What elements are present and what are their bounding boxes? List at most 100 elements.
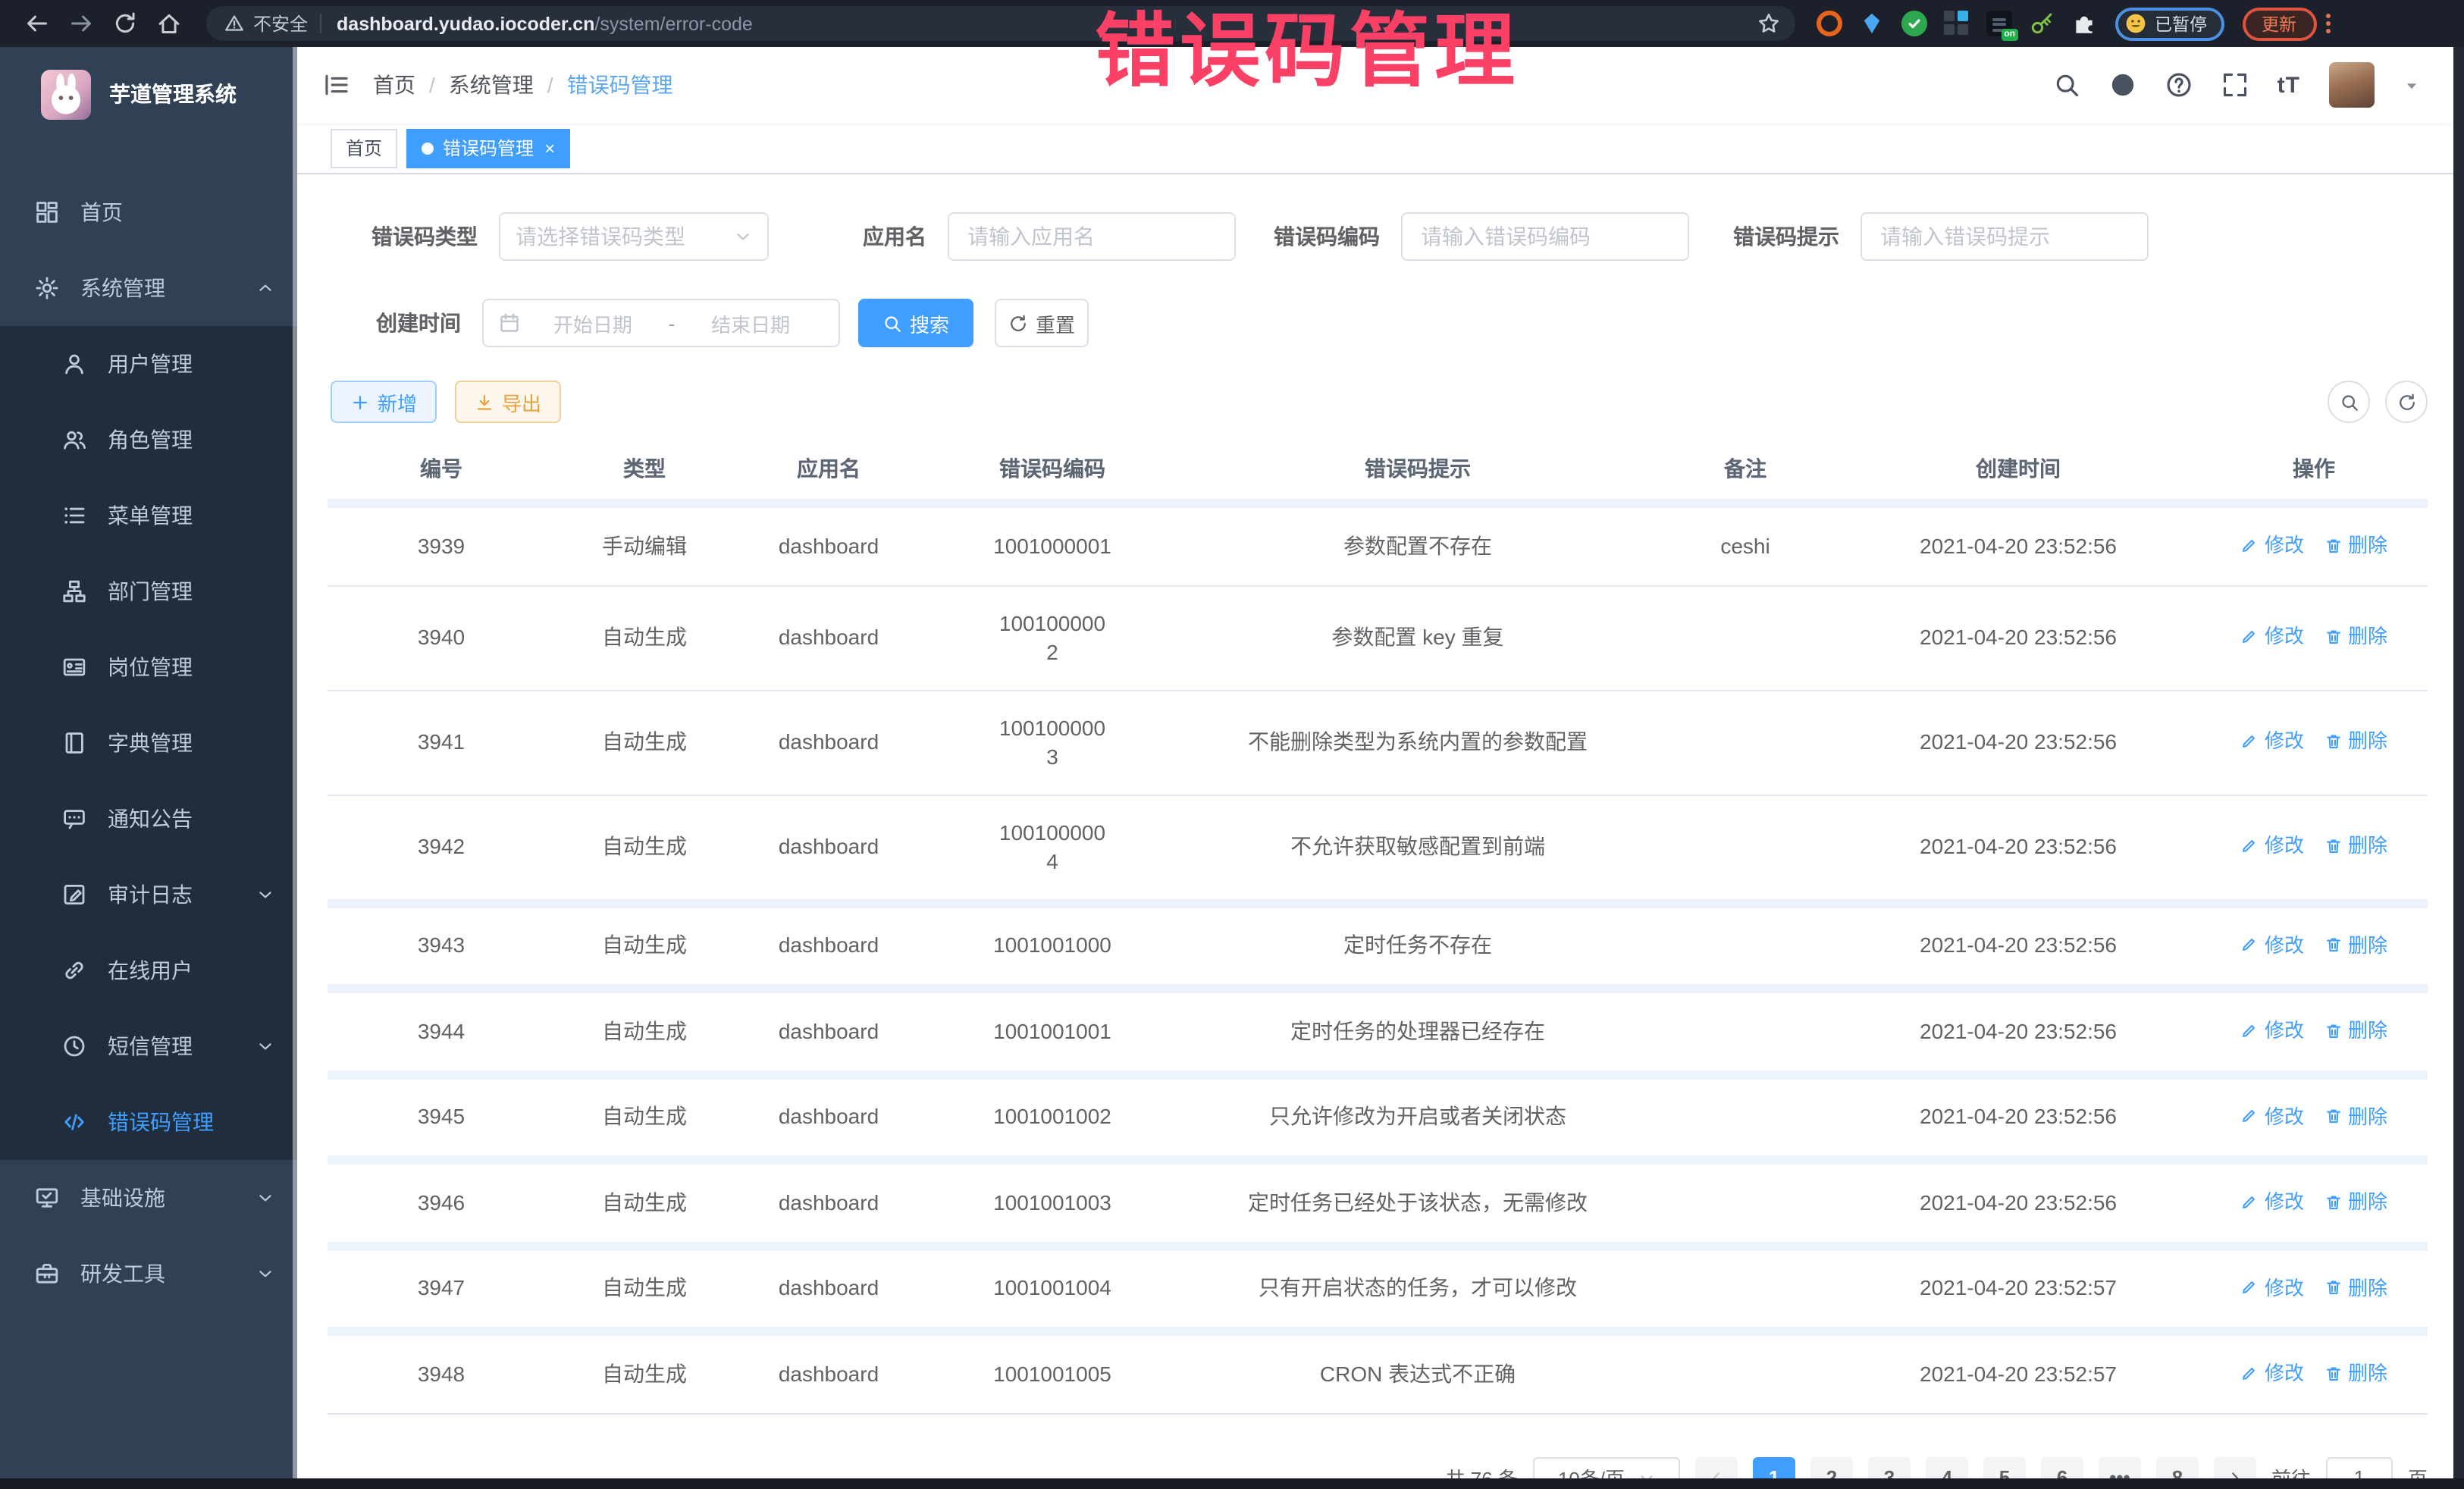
filter-row-2: 创建时间 开始日期 - 结束日期 搜索 重置 [328,299,2428,347]
help-icon[interactable] [2165,71,2193,99]
fullscreen-icon[interactable] [2221,71,2249,99]
chevron-down-icon[interactable] [2403,77,2420,93]
extension-grid-icon[interactable] [1944,11,1970,36]
browser-profile-chip[interactable]: 已暂停 [2115,7,2224,40]
extension-list-icon[interactable]: on [1986,11,2012,36]
filter-input[interactable] [1401,212,1689,261]
table-cell: 3943 [328,898,555,984]
sidebar-menu: 首页系统管理用户管理角色管理菜单管理部门管理岗位管理字典管理通知公告审计日志在线… [0,174,297,1312]
tab-首页[interactable]: 首页 [331,128,397,168]
tab-错误码管理[interactable]: 错误码管理× [406,128,570,168]
search-button[interactable]: 搜索 [858,299,973,347]
browser-update-button[interactable]: 更新 [2242,7,2316,40]
table-cell: 自动生成 [555,1241,734,1327]
delete-link[interactable]: 删除 [2324,1359,2387,1387]
extension-gem-icon[interactable] [1859,11,1885,36]
reload-icon[interactable] [112,11,138,36]
edit-link[interactable]: 修改 [2240,1187,2304,1216]
edit-link[interactable]: 修改 [2240,1102,2304,1130]
bookmark-star-icon[interactable] [1757,12,1780,35]
close-icon[interactable]: × [544,139,555,157]
filter-select[interactable]: 请选择错误码类型 [499,212,769,261]
sidebar-item-label: 审计日志 [108,879,193,910]
delete-link[interactable]: 删除 [2324,531,2387,560]
edit-link[interactable]: 修改 [2240,930,2304,959]
add-button[interactable]: 新增 [331,381,437,423]
sidebar-item-label: 系统管理 [80,273,165,303]
extension-orange-icon[interactable] [1817,11,1842,36]
sidebar-item-用户管理[interactable]: 用户管理 [0,326,297,402]
delete-link[interactable]: 删除 [2324,1187,2387,1216]
edit-link[interactable]: 修改 [2240,1359,2304,1387]
breadcrumb-item[interactable]: 系统管理 [449,70,534,100]
sidebar-item-部门管理[interactable]: 部门管理 [0,553,297,629]
sidebar-item-审计日志[interactable]: 审计日志 [0,857,297,933]
address-bar[interactable]: 不安全 dashboard.yudao.iocoder.cn/system/er… [206,6,1795,41]
extension-green-check-icon[interactable] [1901,11,1927,36]
refresh-table-button[interactable] [2385,381,2428,423]
date-range-input[interactable]: 开始日期 - 结束日期 [482,299,840,347]
browser-menu-dots-icon[interactable] [2325,14,2330,33]
sidebar-item-短信管理[interactable]: 短信管理 [0,1008,297,1084]
sidebar-item-label: 岗位管理 [108,652,193,682]
edit-link[interactable]: 修改 [2240,1016,2304,1045]
operations-cell: 修改删除 [2200,1155,2428,1241]
extension-key-icon[interactable] [2029,11,2055,36]
delete-link[interactable]: 删除 [2324,1102,2387,1130]
github-icon[interactable] [2109,71,2136,99]
sidebar-item-label: 用户管理 [108,349,193,379]
delete-link[interactable]: 删除 [2324,832,2387,860]
extensions-puzzle-icon[interactable] [2071,11,2097,36]
user-avatar[interactable] [2329,62,2375,108]
sidebar-item-角色管理[interactable]: 角色管理 [0,402,297,478]
delete-link[interactable]: 删除 [2324,1016,2387,1045]
breadcrumb-item[interactable]: 首页 [373,70,415,100]
column-header: 类型 [555,438,734,499]
sidebar-item-首页[interactable]: 首页 [0,174,297,250]
search-icon[interactable] [2053,71,2080,99]
edit-link[interactable]: 修改 [2240,727,2304,756]
edit-link[interactable]: 修改 [2240,1273,2304,1302]
sidebar-item-在线用户[interactable]: 在线用户 [0,933,297,1008]
table-cell: 3940 [328,585,555,689]
filter-input[interactable] [1861,212,2149,261]
table-cell: 不能删除类型为系统内置的参数配置 [1181,689,1654,794]
table-toolbar: 新增 导出 [328,381,2428,423]
reset-button[interactable]: 重置 [995,299,1089,347]
text-size-icon[interactable]: tT [2277,72,2300,98]
hamburger-icon[interactable] [323,71,350,99]
sidebar-item-研发工具[interactable]: 研发工具 [0,1236,297,1312]
delete-link[interactable]: 删除 [2324,1273,2387,1302]
forward-icon[interactable] [68,11,94,36]
breadcrumb-item[interactable]: 错误码管理 [567,70,673,100]
sidebar-item-label: 在线用户 [108,955,193,986]
trash-icon [2324,1021,2342,1039]
edit-link[interactable]: 修改 [2240,832,2304,860]
sidebar-item-系统管理[interactable]: 系统管理 [0,250,297,326]
delete-link[interactable]: 删除 [2324,727,2387,756]
text-input[interactable] [964,223,1219,250]
edit-link[interactable]: 修改 [2240,531,2304,560]
sidebar-item-岗位管理[interactable]: 岗位管理 [0,629,297,705]
sidebar-item-通知公告[interactable]: 通知公告 [0,781,297,857]
operations-cell: 修改删除 [2200,984,2428,1070]
sidebar-item-菜单管理[interactable]: 菜单管理 [0,478,297,553]
back-icon[interactable] [24,11,50,36]
sidebar-item-label: 首页 [80,197,123,227]
sidebar-item-错误码管理[interactable]: 错误码管理 [0,1084,297,1160]
sidebar-item-字典管理[interactable]: 字典管理 [0,705,297,781]
text-input[interactable] [1877,223,2132,250]
sidebar-item-label: 短信管理 [108,1031,193,1061]
chevron-down-icon [256,1265,274,1283]
toggle-search-button[interactable] [2328,381,2370,423]
edit-link[interactable]: 修改 [2240,622,2304,651]
filter-input[interactable] [948,212,1236,261]
delete-link[interactable]: 删除 [2324,622,2387,651]
table-row: 3940自动生成dashboard1001000002参数配置 key 重复20… [328,585,2428,689]
export-button[interactable]: 导出 [455,381,561,423]
delete-link[interactable]: 删除 [2324,930,2387,959]
home-icon[interactable] [156,11,182,36]
table-cell: 3939 [328,499,555,585]
sidebar-item-基础设施[interactable]: 基础设施 [0,1160,297,1236]
text-input[interactable] [1418,223,1672,250]
